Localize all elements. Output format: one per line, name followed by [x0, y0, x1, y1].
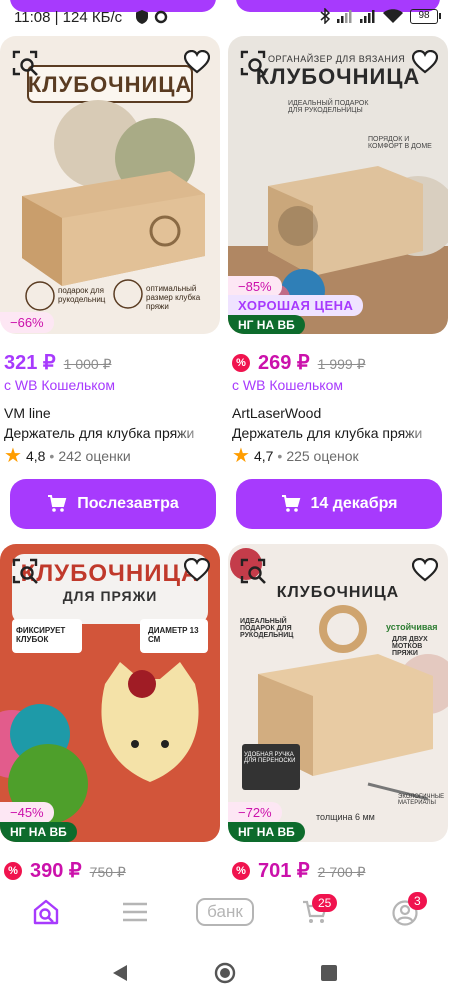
- bank-label: банк: [207, 902, 243, 921]
- bank-tab[interactable]: банк: [196, 898, 254, 926]
- status-time: 11:08: [14, 9, 51, 26]
- price: 390 ₽: [30, 860, 82, 882]
- home-search-icon[interactable]: [32, 898, 60, 926]
- old-price: 1 000 ₽: [63, 356, 112, 372]
- brand-name: VM line: [4, 405, 51, 421]
- image-title: КЛУБОЧНИЦА: [20, 560, 200, 587]
- bottom-nav: банк 25 3: [0, 884, 450, 944]
- image-note: ФИКСИРУЕТ КЛУБОК: [16, 626, 66, 644]
- delivery-label: 14 декабря: [310, 495, 398, 512]
- percent-icon: %: [232, 353, 250, 372]
- wallet-label: с WB Кошельком: [4, 377, 115, 393]
- bluetooth-icon: [320, 8, 330, 24]
- heart-icon[interactable]: [412, 50, 438, 74]
- product-name: Держатель для клубка пряжи: [232, 425, 423, 441]
- image-subtitle: ОРГАНАЙЗЕР ДЛЯ ВЯЗАНИЯ: [268, 54, 406, 64]
- discount-badge: −45%: [0, 802, 54, 823]
- image-note: ДЛЯ ДВУХ МОТКОВ ПРЯЖИ: [392, 636, 428, 657]
- percent-icon: %: [232, 861, 250, 880]
- add-to-cart-button[interactable]: Послезавтра: [10, 479, 216, 529]
- price: 269 ₽: [258, 352, 310, 374]
- system-nav-bar: [0, 944, 450, 1000]
- cart-icon: [48, 495, 67, 512]
- image-note: ДИАМЕТР 13 СМ: [148, 626, 199, 644]
- star-icon: ★: [232, 445, 250, 467]
- image-title: КЛУБОЧНИЦА: [276, 584, 400, 601]
- product-card[interactable]: КЛУБОЧНИЦА подарок для рукодельниц оптим…: [0, 36, 220, 529]
- image-note: толщина 6 мм: [316, 812, 375, 822]
- heart-icon[interactable]: [412, 558, 438, 582]
- product-card[interactable]: КЛУБОЧНИЦА ИДЕАЛЬНЫЙ ПОДАРОК ДЛЯ РУКОДЕЛ…: [228, 544, 448, 883]
- product-card[interactable]: КЛУБОЧНИЦА ДЛЯ ПРЯЖИ ФИКСИРУЕТ КЛУБОК ДИ…: [0, 544, 220, 883]
- promo-badge: НГ НА ВБ: [0, 822, 77, 842]
- recents-icon[interactable]: [320, 964, 338, 982]
- add-to-cart-button[interactable]: 14 декабря: [236, 479, 442, 529]
- image-note: ИДЕАЛЬНЫЙ ПОДАРОК ДЛЯ РУКОДЕЛЬНИЦ: [240, 618, 294, 639]
- product-name: Держатель для клубка пряжи: [4, 425, 195, 441]
- image-subtitle: ДЛЯ ПРЯЖИ: [62, 588, 158, 604]
- image-note: УДОБНАЯ РУЧКА ДЛЯ ПЕРЕНОСКИ: [244, 752, 296, 764]
- signal-icon-2: [360, 10, 375, 23]
- price: 701 ₽: [258, 860, 310, 882]
- rating: ★ 4,8 • 242 оценки: [4, 445, 131, 467]
- price: 321 ₽: [4, 352, 56, 374]
- promo-badge: НГ НА ВБ: [228, 315, 305, 334]
- image-search-icon[interactable]: [240, 50, 266, 76]
- image-note: устойчивая: [386, 622, 438, 632]
- rating-value: 4,7: [253, 448, 274, 464]
- old-price: 2 700 ₽: [317, 864, 366, 880]
- product-image[interactable]: КЛУБОЧНИЦА ИДЕАЛЬНЫЙ ПОДАРОК ДЛЯ РУКОДЕЛ…: [228, 544, 448, 842]
- back-icon[interactable]: [112, 964, 128, 982]
- image-search-icon[interactable]: [12, 50, 38, 76]
- cart-icon: [281, 495, 300, 512]
- status-speed: 124 КБ/с: [62, 9, 123, 26]
- image-search-icon[interactable]: [12, 558, 38, 584]
- battery-indicator: 98: [410, 8, 441, 24]
- wallet-label: с WB Кошельком: [232, 377, 343, 393]
- wifi-icon: [383, 9, 403, 23]
- status-bar: 11:08 | 124 КБ/с 98: [0, 0, 450, 34]
- discount-badge: −85%: [228, 276, 282, 297]
- brand-name: ArtLaserWood: [232, 405, 322, 421]
- image-search-icon[interactable]: [240, 558, 266, 584]
- ring-icon: [154, 10, 168, 24]
- image-note: ПОРЯДОК И КОМФОРТ В ДОМЕ: [368, 136, 432, 150]
- old-price: 750 ₽: [89, 864, 126, 880]
- image-title: КЛУБОЧНИЦА: [27, 72, 193, 97]
- heart-icon[interactable]: [184, 558, 210, 582]
- percent-icon: %: [4, 861, 22, 880]
- discount-badge: −66%: [0, 312, 54, 333]
- product-image[interactable]: КЛУБОЧНИЦА ДЛЯ ПРЯЖИ ФИКСИРУЕТ КЛУБОК ДИ…: [0, 544, 220, 842]
- catalog-menu-icon[interactable]: [122, 902, 148, 922]
- image-note: ИДЕАЛЬНЫЙ ПОДАРОК ДЛЯ РУКОДЕЛЬНИЦЫ: [288, 100, 369, 114]
- signal-icon: [337, 10, 352, 23]
- reviews-count: 225 оценок: [286, 448, 359, 464]
- image-note: ЭКОЛОГИЧНЫЕ МАТЕРИАЛЫ: [398, 794, 445, 806]
- rating-value: 4,8: [25, 448, 46, 464]
- cart-count-badge: 25: [312, 894, 338, 912]
- discount-badge: −72%: [228, 802, 282, 823]
- delivery-label: Послезавтра: [77, 495, 179, 512]
- product-card[interactable]: ОРГАНАЙЗЕР ДЛЯ ВЯЗАНИЯ КЛУБОЧНИЦА ИДЕАЛЬ…: [228, 36, 448, 529]
- good-price-badge: ХОРОШАЯ ЦЕНА: [228, 295, 364, 316]
- heart-icon[interactable]: [184, 50, 210, 74]
- profile-count-badge: 3: [408, 892, 427, 910]
- image-title: КЛУБОЧНИЦА: [255, 64, 421, 89]
- product-image[interactable]: ОРГАНАЙЗЕР ДЛЯ ВЯЗАНИЯ КЛУБОЧНИЦА ИДЕАЛЬ…: [228, 36, 448, 334]
- product-image[interactable]: КЛУБОЧНИЦА подарок для рукодельниц оптим…: [0, 36, 220, 334]
- image-note: подарок для рукодельниц: [58, 286, 106, 304]
- reviews-count: 242 оценки: [58, 448, 131, 464]
- promo-badge: НГ НА ВБ: [228, 822, 305, 842]
- old-price: 1 999 ₽: [317, 356, 366, 372]
- image-note: оптимальный размер клубка пряжи: [146, 284, 201, 311]
- home-icon[interactable]: [214, 962, 236, 984]
- rating: ★ 4,7 • 225 оценок: [232, 445, 359, 467]
- shield-icon: [136, 10, 148, 24]
- star-icon: ★: [4, 445, 22, 467]
